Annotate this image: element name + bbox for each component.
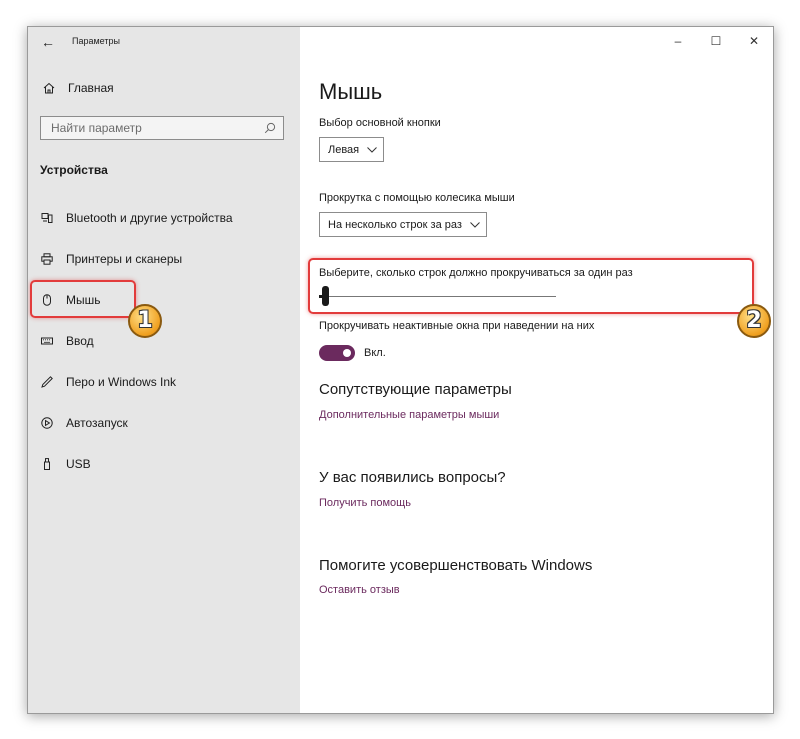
sidebar-item-label: Bluetooth и другие устройства: [66, 211, 233, 225]
printer-icon: [41, 253, 53, 265]
wheel-scroll-select[interactable]: На несколько строк за раз: [319, 212, 487, 237]
back-arrow-icon[interactable]: ←: [38, 32, 58, 52]
related-settings-heading: Сопутствующие параметры: [319, 381, 512, 398]
questions-heading: У вас появились вопросы?: [319, 469, 506, 486]
minimize-button[interactable]: –: [659, 27, 697, 55]
primary-button-label: Выбор основной кнопки: [319, 117, 441, 129]
window-title: Параметры: [72, 36, 120, 46]
bluetooth-devices-icon: [41, 213, 53, 223]
inactive-scroll-label: Прокручивать неактивные окна при наведен…: [319, 320, 595, 332]
toggle-knob: [343, 349, 351, 357]
additional-mouse-settings-link[interactable]: Дополнительные параметры мыши: [319, 409, 499, 421]
home-icon: [43, 82, 55, 94]
section-heading-devices: Устройства: [40, 163, 108, 177]
sidebar-item-usb[interactable]: USB: [41, 457, 91, 471]
sidebar-item-bluetooth[interactable]: Bluetooth и другие устройства: [41, 211, 233, 225]
sidebar-item-printers[interactable]: Принтеры и сканеры: [41, 252, 182, 266]
chevron-down-icon: [470, 221, 480, 228]
sidebar: ← Параметры Главная Устройства Bluetooth…: [28, 27, 300, 713]
window-controls: – ☐ ✕: [659, 27, 773, 55]
sidebar-item-label: Ввод: [66, 334, 94, 348]
maximize-button[interactable]: ☐: [697, 27, 735, 55]
sidebar-item-input[interactable]: Ввод: [41, 334, 94, 348]
home-label: Главная: [68, 81, 114, 95]
callout-highlight-mouse: [30, 280, 136, 318]
wheel-scroll-label: Прокрутка с помощью колесика мыши: [319, 192, 515, 204]
sidebar-item-autoplay[interactable]: Автозапуск: [41, 416, 128, 430]
settings-window: ← Параметры Главная Устройства Bluetooth…: [27, 26, 774, 714]
chevron-down-icon: [367, 146, 377, 153]
callout-badge-2: 2: [737, 304, 771, 338]
search-input[interactable]: [49, 120, 253, 136]
keyboard-icon: [41, 337, 53, 345]
close-button[interactable]: ✕: [735, 27, 773, 55]
sidebar-home[interactable]: Главная: [43, 81, 114, 95]
feedback-heading: Помогите усовершенствовать Windows: [319, 557, 593, 574]
wheel-scroll-value: На несколько строк за раз: [328, 218, 462, 231]
usb-icon: [44, 458, 50, 470]
sidebar-item-label: Перо и Windows Ink: [66, 375, 177, 389]
sidebar-item-pen[interactable]: Перо и Windows Ink: [41, 375, 176, 389]
give-feedback-link[interactable]: Оставить отзыв: [319, 584, 400, 596]
search-icon[interactable]: [264, 122, 276, 134]
primary-button-select[interactable]: Левая: [319, 137, 385, 162]
pen-icon: [41, 376, 53, 388]
sidebar-item-label: USB: [66, 457, 91, 471]
autoplay-icon: [41, 417, 53, 429]
inactive-scroll-state: Вкл.: [364, 347, 386, 359]
page-title: Мышь: [319, 79, 383, 104]
callout-badge-1: 1: [128, 304, 162, 338]
sidebar-item-label: Автозапуск: [66, 416, 128, 430]
inactive-scroll-toggle[interactable]: [319, 345, 355, 361]
main-panel: – ☐ ✕ Мышь Выбор основной кнопки Левая П…: [300, 27, 773, 713]
primary-button-value: Левая: [328, 143, 360, 156]
callout-highlight-slider: [308, 258, 754, 314]
search-box[interactable]: [40, 116, 284, 140]
sidebar-item-label: Принтеры и сканеры: [66, 252, 183, 266]
get-help-link[interactable]: Получить помощь: [319, 497, 411, 509]
